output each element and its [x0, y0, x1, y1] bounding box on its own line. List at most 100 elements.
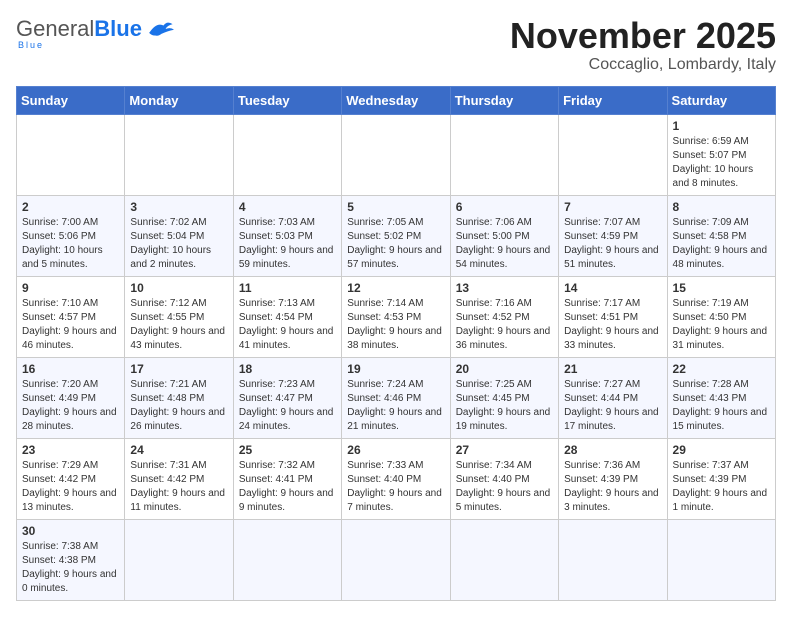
cell-info: Sunrise: 6:59 AM Sunset: 5:07 PM Dayligh…: [673, 135, 770, 191]
cell-info: Sunrise: 7:03 AM Sunset: 5:03 PM Dayligh…: [239, 216, 336, 272]
calendar-cell: 8 Sunrise: 7:09 AM Sunset: 4:58 PM Daylig…: [667, 195, 775, 276]
calendar-subtitle: Coccaglio, Lombardy, Italy: [510, 56, 776, 74]
day-number: 6: [456, 200, 553, 214]
calendar-cell: 22Sunrise: 7:28 AM Sunset: 4:43 PM Dayli…: [667, 357, 775, 438]
day-number: 2: [22, 200, 119, 214]
cell-info: Sunrise: 7:23 AM Sunset: 4:47 PM Dayligh…: [239, 378, 336, 434]
day-number: 21: [564, 362, 661, 376]
weekday-header-wednesday: Wednesday: [342, 86, 450, 114]
calendar-cell: 15Sunrise: 7:19 AM Sunset: 4:50 PM Dayli…: [667, 276, 775, 357]
calendar-table: SundayMondayTuesdayWednesdayThursdayFrid…: [16, 86, 776, 601]
calendar-cell: [125, 114, 233, 195]
calendar-cell: 23Sunrise: 7:29 AM Sunset: 4:42 PM Dayli…: [17, 438, 125, 519]
day-number: 16: [22, 362, 119, 376]
cell-info: Sunrise: 7:09 AM Sunset: 4:58 PM Dayligh…: [673, 216, 770, 272]
logo-general: General: [16, 16, 94, 42]
calendar-week-row: 9 Sunrise: 7:10 AM Sunset: 4:57 PM Daylig…: [17, 276, 776, 357]
cell-info: Sunrise: 7:27 AM Sunset: 4:44 PM Dayligh…: [564, 378, 661, 434]
cell-info: Sunrise: 7:14 AM Sunset: 4:53 PM Dayligh…: [347, 297, 444, 353]
cell-info: Sunrise: 7:36 AM Sunset: 4:39 PM Dayligh…: [564, 459, 661, 515]
day-number: 5: [347, 200, 444, 214]
cell-info: Sunrise: 7:02 AM Sunset: 5:04 PM Dayligh…: [130, 216, 227, 272]
calendar-cell: [233, 519, 341, 600]
calendar-cell: 14 Sunrise: 7:17 AM Sunset: 4:51 PM Dayli…: [559, 276, 667, 357]
cell-info: Sunrise: 7:21 AM Sunset: 4:48 PM Dayligh…: [130, 378, 227, 434]
calendar-cell: [450, 114, 558, 195]
weekday-header-tuesday: Tuesday: [233, 86, 341, 114]
calendar-cell: 5 Sunrise: 7:05 AM Sunset: 5:02 PM Daylig…: [342, 195, 450, 276]
day-number: 9: [22, 281, 119, 295]
calendar-cell: 11 Sunrise: 7:13 AM Sunset: 4:54 PM Dayli…: [233, 276, 341, 357]
day-number: 3: [130, 200, 227, 214]
cell-info: Sunrise: 7:24 AM Sunset: 4:46 PM Dayligh…: [347, 378, 444, 434]
day-number: 18: [239, 362, 336, 376]
cell-info: Sunrise: 7:28 AM Sunset: 4:43 PM Dayligh…: [673, 378, 770, 434]
cell-info: Sunrise: 7:31 AM Sunset: 4:42 PM Dayligh…: [130, 459, 227, 515]
calendar-cell: 21 Sunrise: 7:27 AM Sunset: 4:44 PM Dayli…: [559, 357, 667, 438]
cell-info: Sunrise: 7:10 AM Sunset: 4:57 PM Dayligh…: [22, 297, 119, 353]
day-number: 11: [239, 281, 336, 295]
calendar-week-row: 23Sunrise: 7:29 AM Sunset: 4:42 PM Dayli…: [17, 438, 776, 519]
day-number: 13: [456, 281, 553, 295]
calendar-week-row: 30Sunrise: 7:38 AM Sunset: 4:38 PM Dayli…: [17, 519, 776, 600]
calendar-cell: [450, 519, 558, 600]
day-number: 12: [347, 281, 444, 295]
calendar-cell: 18 Sunrise: 7:23 AM Sunset: 4:47 PM Dayli…: [233, 357, 341, 438]
day-number: 26: [347, 443, 444, 457]
cell-info: Sunrise: 7:13 AM Sunset: 4:54 PM Dayligh…: [239, 297, 336, 353]
calendar-cell: 27 Sunrise: 7:34 AM Sunset: 4:40 PM Dayli…: [450, 438, 558, 519]
cell-info: Sunrise: 7:05 AM Sunset: 5:02 PM Dayligh…: [347, 216, 444, 272]
calendar-cell: [342, 519, 450, 600]
calendar-cell: 2Sunrise: 7:00 AM Sunset: 5:06 PM Daylig…: [17, 195, 125, 276]
day-number: 7: [564, 200, 661, 214]
calendar-cell: 3 Sunrise: 7:02 AM Sunset: 5:04 PM Daylig…: [125, 195, 233, 276]
day-number: 27: [456, 443, 553, 457]
cell-info: Sunrise: 7:12 AM Sunset: 4:55 PM Dayligh…: [130, 297, 227, 353]
calendar-cell: 30Sunrise: 7:38 AM Sunset: 4:38 PM Dayli…: [17, 519, 125, 600]
cell-info: Sunrise: 7:16 AM Sunset: 4:52 PM Dayligh…: [456, 297, 553, 353]
calendar-cell: [233, 114, 341, 195]
day-number: 28: [564, 443, 661, 457]
calendar-cell: 10 Sunrise: 7:12 AM Sunset: 4:55 PM Dayli…: [125, 276, 233, 357]
day-number: 1: [673, 119, 770, 133]
cell-info: Sunrise: 7:34 AM Sunset: 4:40 PM Dayligh…: [456, 459, 553, 515]
weekday-header-monday: Monday: [125, 86, 233, 114]
cell-info: Sunrise: 7:20 AM Sunset: 4:49 PM Dayligh…: [22, 378, 119, 434]
calendar-cell: 16 Sunrise: 7:20 AM Sunset: 4:49 PM Dayli…: [17, 357, 125, 438]
calendar-cell: 7Sunrise: 7:07 AM Sunset: 4:59 PM Daylig…: [559, 195, 667, 276]
day-number: 24: [130, 443, 227, 457]
calendar-week-row: 1 Sunrise: 6:59 AM Sunset: 5:07 PM Daylig…: [17, 114, 776, 195]
day-number: 8: [673, 200, 770, 214]
weekday-header-thursday: Thursday: [450, 86, 558, 114]
calendar-cell: 6 Sunrise: 7:06 AM Sunset: 5:00 PM Daylig…: [450, 195, 558, 276]
page-header: General Blue Blue November 2025 Coccagli…: [16, 16, 776, 74]
weekday-header-row: SundayMondayTuesdayWednesdayThursdayFrid…: [17, 86, 776, 114]
cell-info: Sunrise: 7:38 AM Sunset: 4:38 PM Dayligh…: [22, 540, 119, 596]
day-number: 15: [673, 281, 770, 295]
day-number: 19: [347, 362, 444, 376]
weekday-header-sunday: Sunday: [17, 86, 125, 114]
cell-info: Sunrise: 7:25 AM Sunset: 4:45 PM Dayligh…: [456, 378, 553, 434]
calendar-cell: 29 Sunrise: 7:37 AM Sunset: 4:39 PM Dayli…: [667, 438, 775, 519]
logo-blue: Blue: [94, 16, 142, 42]
day-number: 29: [673, 443, 770, 457]
calendar-cell: 19 Sunrise: 7:24 AM Sunset: 4:46 PM Dayli…: [342, 357, 450, 438]
calendar-title-block: November 2025 Coccaglio, Lombardy, Italy: [510, 16, 776, 74]
day-number: 10: [130, 281, 227, 295]
day-number: 25: [239, 443, 336, 457]
calendar-cell: [342, 114, 450, 195]
cell-info: Sunrise: 7:06 AM Sunset: 5:00 PM Dayligh…: [456, 216, 553, 272]
calendar-cell: [17, 114, 125, 195]
logo-bird-icon: [146, 18, 174, 40]
cell-info: Sunrise: 7:17 AM Sunset: 4:51 PM Dayligh…: [564, 297, 661, 353]
day-number: 20: [456, 362, 553, 376]
weekday-header-saturday: Saturday: [667, 86, 775, 114]
calendar-cell: [559, 114, 667, 195]
calendar-cell: [125, 519, 233, 600]
cell-info: Sunrise: 7:37 AM Sunset: 4:39 PM Dayligh…: [673, 459, 770, 515]
day-number: 23: [22, 443, 119, 457]
logo-subtitle: Blue: [18, 40, 44, 50]
day-number: 14: [564, 281, 661, 295]
calendar-week-row: 16 Sunrise: 7:20 AM Sunset: 4:49 PM Dayli…: [17, 357, 776, 438]
cell-info: Sunrise: 7:33 AM Sunset: 4:40 PM Dayligh…: [347, 459, 444, 515]
